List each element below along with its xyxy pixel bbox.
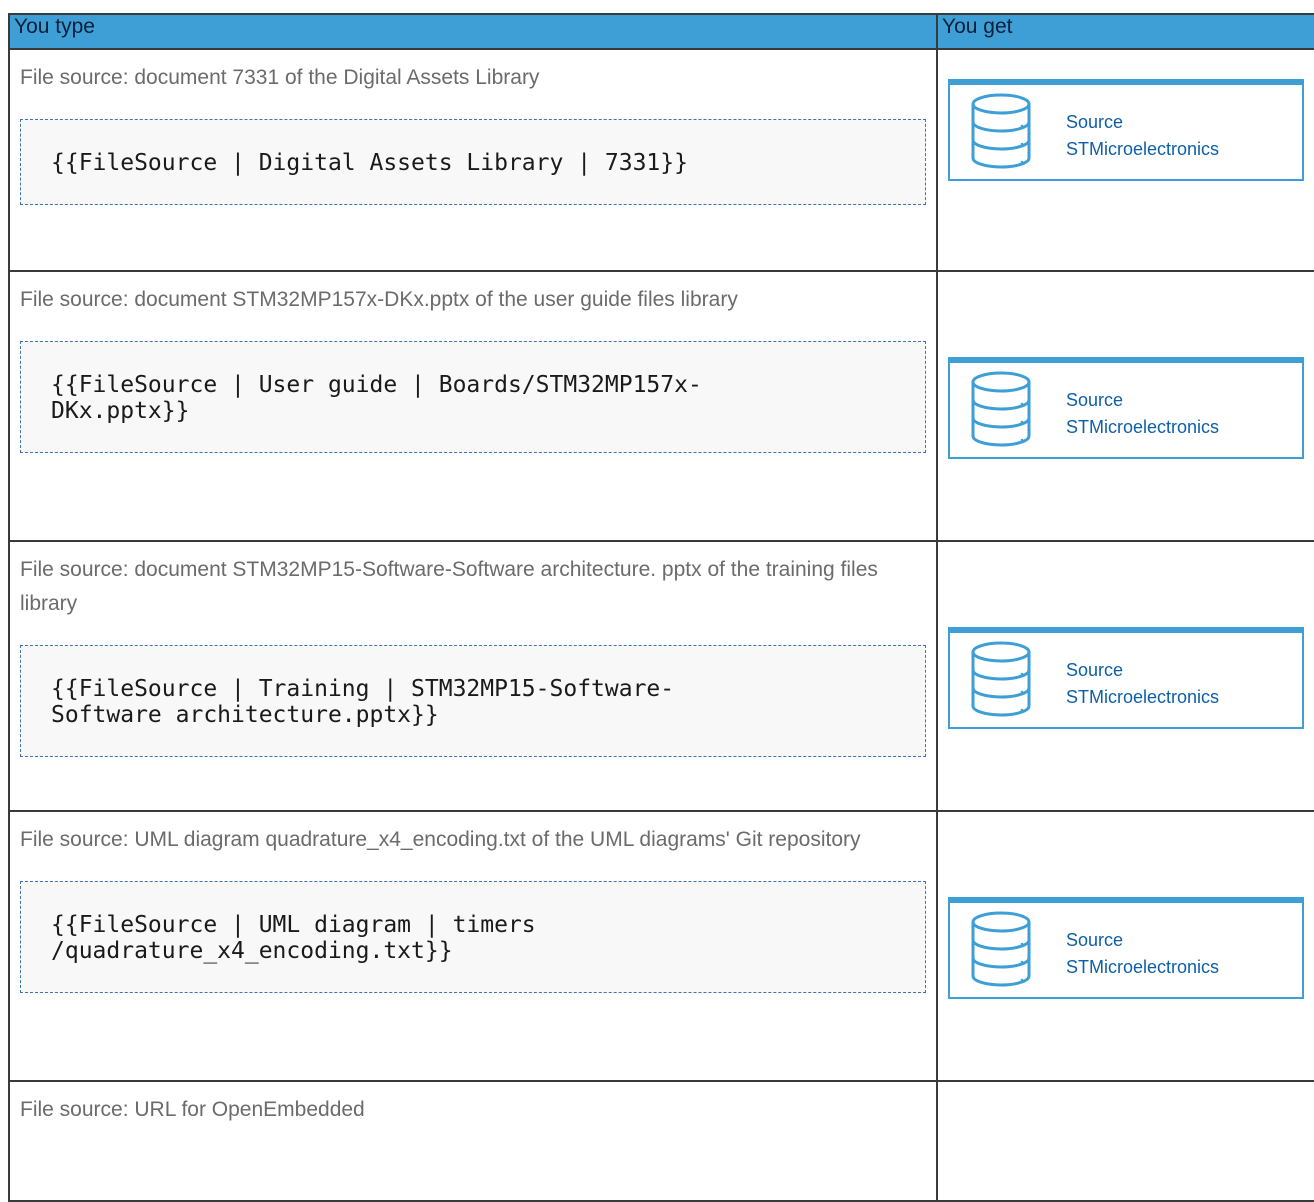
you-get-cell (936, 1080, 1314, 1202)
source-label: Source (1066, 660, 1124, 680)
you-type-cell: File source: document 7331 of the Digita… (8, 48, 938, 272)
table-row: File source: UML diagram quadrature_x4_e… (8, 810, 1314, 1082)
you-get-cell: Source STMicroelectronics (936, 270, 1314, 542)
source-link-box[interactable]: Source STMicroelectronics (948, 79, 1304, 181)
code-snippet[interactable]: {{FileSource | UML diagram | timers /qua… (20, 881, 926, 993)
source-label: Source (1066, 390, 1124, 410)
database-icon (971, 911, 1031, 987)
you-type-cell: File source: document STM32MP15-Software… (8, 540, 938, 812)
row-description: File source: document STM32MP157x-DKx.pp… (20, 288, 738, 311)
code-snippet[interactable]: {{FileSource | User guide | Boards/STM32… (20, 341, 926, 453)
source-link-box[interactable]: Source STMicroelectronics (948, 627, 1304, 729)
database-icon (971, 641, 1031, 717)
you-type-cell: File source: UML diagram quadrature_x4_e… (8, 810, 938, 1082)
file-source-examples-table: You type You get File source: document 7… (8, 13, 1314, 1202)
row-description: File source: UML diagram quadrature_x4_e… (20, 828, 861, 851)
table-row: File source: document 7331 of the Digita… (8, 48, 1314, 272)
source-owner: STMicroelectronics (1066, 957, 1220, 977)
source-owner: STMicroelectronics (1066, 417, 1220, 437)
source-owner: STMicroelectronics (1066, 139, 1220, 159)
column-header-you-get: You get (936, 13, 1314, 50)
source-link-box[interactable]: Source STMicroelectronics (948, 897, 1304, 999)
table-header-row: You type You get (8, 13, 1314, 50)
database-icon (971, 93, 1031, 169)
you-get-cell: Source STMicroelectronics (936, 540, 1314, 812)
you-get-cell: Source STMicroelectronics (936, 810, 1314, 1082)
you-get-cell: Source STMicroelectronics (936, 48, 1314, 272)
code-snippet[interactable]: {{FileSource | Digital Assets Library | … (20, 119, 926, 205)
column-header-you-type: You type (8, 13, 938, 50)
source-owner: STMicroelectronics (1066, 687, 1220, 707)
source-label: Source (1066, 930, 1124, 950)
you-type-cell: File source: URL for OpenEmbedded (8, 1080, 938, 1202)
you-type-cell: File source: document STM32MP157x-DKx.pp… (8, 270, 938, 542)
source-label: Source (1066, 112, 1124, 132)
database-icon (971, 371, 1031, 447)
row-description: File source: document STM32MP15-Software… (20, 558, 878, 615)
source-link-box[interactable]: Source STMicroelectronics (948, 357, 1304, 459)
table-row: File source: document STM32MP15-Software… (8, 540, 1314, 812)
table-row: File source: document STM32MP157x-DKx.pp… (8, 270, 1314, 542)
row-description: File source: URL for OpenEmbedded (20, 1098, 365, 1121)
table-row: File source: URL for OpenEmbedded (8, 1080, 1314, 1202)
code-snippet[interactable]: {{FileSource | Training | STM32MP15-Soft… (20, 645, 926, 757)
row-description: File source: document 7331 of the Digita… (20, 66, 540, 89)
